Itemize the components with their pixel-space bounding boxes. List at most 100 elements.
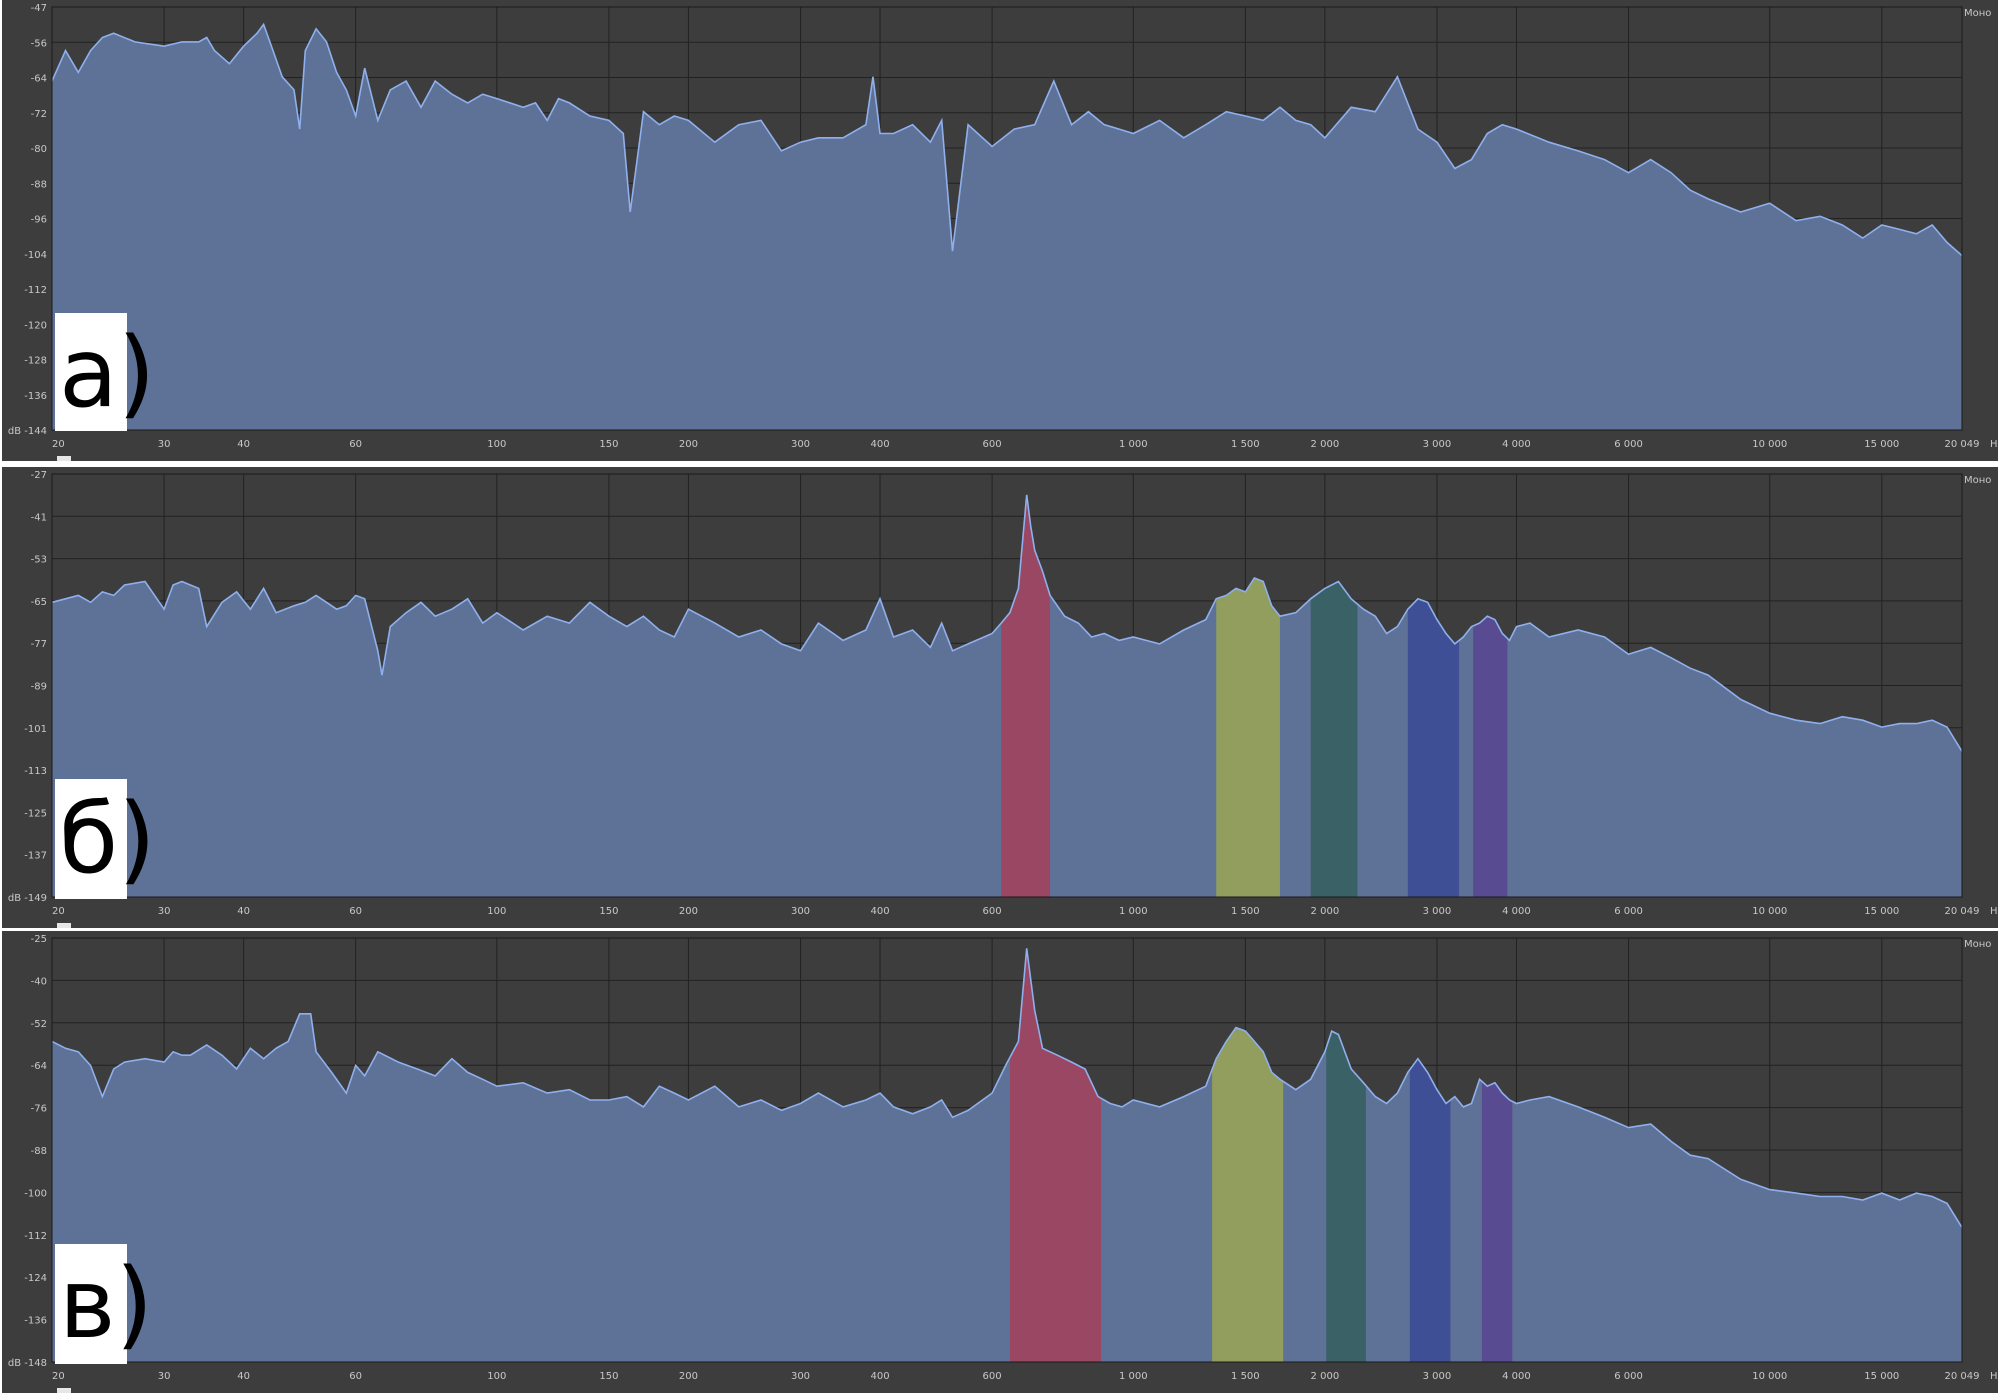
x-tick-label: 3 000	[1423, 906, 1452, 917]
y-tick-label: -113	[24, 766, 47, 777]
x-tick-label: 100	[487, 906, 506, 917]
x-tick-label: 2 000	[1311, 1371, 1340, 1382]
y-tick-label: -136	[24, 1316, 47, 1327]
x-tick-label: 20	[52, 1371, 65, 1382]
x-tick-label: 20 049	[1945, 1371, 1980, 1382]
x-tick-label: 1 500	[1231, 1371, 1260, 1382]
panel-label-box: в)	[55, 1244, 153, 1364]
scroll-handle[interactable]	[57, 456, 71, 461]
x-tick-label: 20 049	[1945, 439, 1980, 450]
x-unit-label: Hz	[1990, 1371, 1998, 1382]
channel-label: Моно	[1964, 8, 1991, 19]
x-tick-label: 15 000	[1864, 439, 1899, 450]
x-tick-label: 400	[870, 439, 889, 450]
y-tick-label: -101	[24, 724, 47, 735]
y-tick-label: -56	[31, 38, 47, 49]
x-tick-label: 6 000	[1614, 1371, 1643, 1382]
y-tick-label: -65	[31, 597, 47, 608]
y-tick-label: -64	[31, 1061, 47, 1072]
x-tick-label: 300	[791, 439, 810, 450]
y-tick-label: -27	[31, 470, 47, 481]
channel-label: Моно	[1964, 939, 1991, 950]
y-tick-label: -96	[31, 215, 47, 226]
y-tick-label: -40	[31, 976, 47, 987]
y-tick-label: -128	[24, 356, 47, 367]
x-tick-label: 100	[487, 1371, 506, 1382]
x-tick-label: 300	[791, 906, 810, 917]
y-tick-label: -120	[24, 320, 47, 331]
panel-label: a)	[59, 317, 156, 429]
x-tick-label: 400	[870, 906, 889, 917]
x-tick-label: 200	[679, 906, 698, 917]
y-tick-label: -77	[31, 639, 47, 650]
x-tick-label: 600	[983, 1371, 1002, 1382]
x-tick-label: 20 049	[1945, 906, 1980, 917]
y-tick-label: -100	[24, 1188, 47, 1199]
y-tick-label: -53	[31, 555, 47, 566]
x-tick-label: 30	[158, 906, 171, 917]
panel-label-box: б)	[55, 779, 156, 899]
x-tick-label: 600	[983, 906, 1002, 917]
x-tick-label: 400	[870, 1371, 889, 1382]
x-tick-label: 3 000	[1423, 1371, 1452, 1382]
spectrum-chart-b: -27 -41 -53 -65 -77 -89 -101 -113 -125 -137 dB -14…	[8, 470, 1998, 928]
y-tick-label: -25	[31, 934, 47, 945]
x-tick-label: 40	[237, 906, 250, 917]
x-tick-label: 10 000	[1752, 1371, 1787, 1382]
x-tick-label: 40	[237, 439, 250, 450]
y-tick-label: -41	[31, 512, 47, 523]
x-tick-label: 6 000	[1614, 439, 1643, 450]
x-tick-label: 6 000	[1614, 906, 1643, 917]
y-tick-label: -47	[31, 3, 47, 14]
x-tick-label: 600	[983, 439, 1002, 450]
x-tick-label: 40	[237, 1371, 250, 1382]
x-unit-label: Hz	[1990, 439, 1998, 450]
y-tick-label: -89	[31, 682, 47, 693]
y-tick-label: -76	[31, 1104, 47, 1115]
x-tick-label: 2 000	[1311, 906, 1340, 917]
x-tick-label: 1 000	[1119, 1371, 1148, 1382]
x-tick-label: 30	[158, 439, 171, 450]
x-tick-label: 30	[158, 1371, 171, 1382]
x-tick-label: 1 000	[1119, 439, 1148, 450]
y-tick-label: -52	[31, 1019, 47, 1030]
y-tick-label: -125	[24, 808, 47, 819]
x-tick-label: 100	[487, 439, 506, 450]
y-tick-label: -72	[31, 109, 47, 120]
x-tick-label: 15 000	[1864, 1371, 1899, 1382]
y-tick-label: dB -144	[8, 426, 47, 437]
x-tick-label: 60	[349, 1371, 362, 1382]
spectrum-panel-a: -47 -56 -64 -72 -80 -88 -96 -104 -112 -120 -128 -13…	[2, 0, 1998, 461]
panel-label-box: a)	[55, 313, 155, 431]
x-tick-label: 3 000	[1423, 439, 1452, 450]
x-tick-label: 200	[679, 439, 698, 450]
spectrum-chart-c: -25 -40 -52 -64 -76 -88 -100 -112 -124 -136 dB -14…	[8, 934, 1998, 1393]
spectrum-panel-b: -27 -41 -53 -65 -77 -89 -101 -113 -125 -137 dB -14…	[2, 467, 1998, 928]
x-tick-label: 150	[599, 906, 618, 917]
y-tick-label: -64	[31, 74, 47, 85]
x-unit-label: Hz	[1990, 906, 1998, 917]
panel-label: в)	[59, 1248, 154, 1360]
x-tick-label: 4 000	[1502, 906, 1531, 917]
y-tick-label: -88	[31, 179, 47, 190]
x-tick-label: 1 500	[1231, 439, 1260, 450]
x-tick-label: 200	[679, 1371, 698, 1382]
y-tick-label: -80	[31, 144, 47, 155]
scroll-handle[interactable]	[57, 923, 71, 928]
panel-label: б)	[59, 783, 156, 895]
y-tick-label: -112	[24, 1231, 47, 1242]
x-tick-label: 150	[599, 1371, 618, 1382]
x-tick-label: 15 000	[1864, 906, 1899, 917]
x-tick-label: 4 000	[1502, 439, 1531, 450]
scroll-handle[interactable]	[57, 1388, 71, 1393]
y-tick-label: -136	[24, 391, 47, 402]
x-tick-label: 10 000	[1752, 906, 1787, 917]
y-tick-label: -88	[31, 1146, 47, 1157]
channel-label: Моно	[1964, 475, 1991, 486]
y-tick-label: dB -149	[8, 893, 47, 904]
y-tick-label: -124	[24, 1273, 47, 1284]
x-tick-label: 300	[791, 1371, 810, 1382]
x-tick-label: 60	[349, 439, 362, 450]
x-tick-label: 20	[52, 906, 65, 917]
x-tick-label: 150	[599, 439, 618, 450]
